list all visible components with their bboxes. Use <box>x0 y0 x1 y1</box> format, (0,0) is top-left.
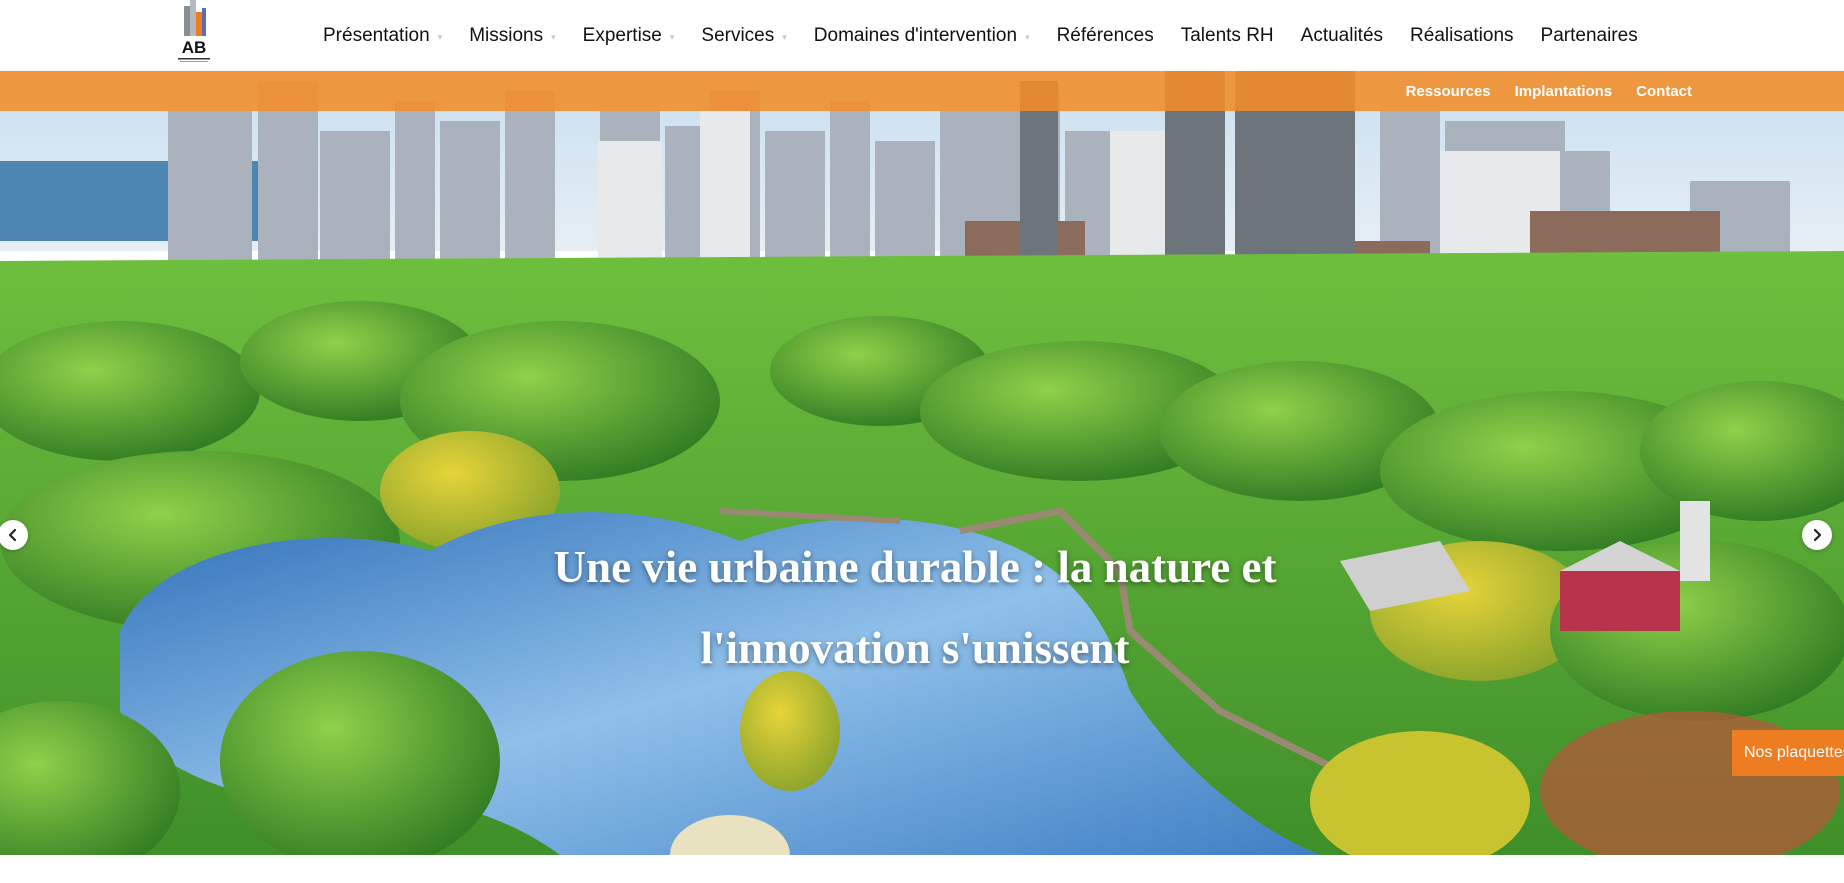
menu-item-label: Expertise <box>582 24 662 46</box>
hero-title-line-2: l'innovation s'unissent <box>700 623 1130 673</box>
menu-item-label: Réalisations <box>1410 24 1514 46</box>
link-contact[interactable]: Contact <box>1624 83 1704 100</box>
menu-item-domaines-d-intervention[interactable]: Domaines d'intervention ▾ <box>799 0 1042 71</box>
chevron-down-icon: ▾ <box>782 32 787 42</box>
chevron-down-icon: ▾ <box>437 32 443 42</box>
menu-item-label: Domaines d'intervention <box>813 24 1018 46</box>
brochures-tab[interactable]: Nos plaquettes <box>1732 730 1844 776</box>
slider-next-button[interactable] <box>1802 520 1832 550</box>
menu-item-services[interactable]: Services ▾ <box>686 0 798 71</box>
hero-title-line-1: Une vie urbaine durable : la nature et <box>553 542 1277 592</box>
menu-item-partenaires[interactable]: Partenaires <box>1526 0 1650 71</box>
chevron-down-icon: ▾ <box>1025 32 1030 42</box>
chevron-left-icon <box>8 528 17 542</box>
hero-title: Une vie urbaine durable : la nature et l… <box>540 527 1290 689</box>
page-bottom-strip <box>0 855 1844 883</box>
menu-item-expertise[interactable]: Expertise ▾ <box>568 0 687 71</box>
menu-item-realisations[interactable]: Réalisations <box>1395 0 1526 71</box>
menu-item-label: Présentation <box>323 24 430 46</box>
chevron-down-icon: ▾ <box>551 32 556 42</box>
menu-item-presentation[interactable]: Présentation ▾ <box>308 0 454 71</box>
menu-item-label: Actualités <box>1300 24 1384 46</box>
logo-text: AB <box>182 38 207 57</box>
top-navigation: AB Présentation ▾ Missions ▾ Expertise ▾ Servi… <box>0 0 1844 71</box>
menu-item-label: Talents RH <box>1180 24 1274 46</box>
logo-mark: AB <box>178 0 210 62</box>
menu-item-actualites[interactable]: Actualités <box>1286 0 1395 71</box>
menu-item-talents-rh[interactable]: Talents RH <box>1166 0 1286 71</box>
menu-item-label: Missions <box>469 24 544 46</box>
main-menu: Présentation ▾ Missions ▾ Expertise ▾ Services… <box>308 0 1650 71</box>
menu-item-label: Références <box>1056 24 1154 46</box>
chevron-down-icon: ▾ <box>669 32 675 42</box>
link-ressources[interactable]: Ressources <box>1394 83 1503 100</box>
menu-item-label: Services <box>701 24 775 46</box>
chevron-right-icon <box>1813 528 1822 542</box>
secondary-navigation-bar: Ressources Implantations Contact <box>0 71 1844 111</box>
company-logo[interactable]: AB <box>176 0 212 64</box>
hero-slider: Une vie urbaine durable : la nature et l… <box>0 71 1844 855</box>
hero-city-park-image <box>0 71 1844 855</box>
secondary-links: Ressources Implantations Contact <box>1394 71 1704 111</box>
menu-item-label: Partenaires <box>1540 24 1638 46</box>
link-implantations[interactable]: Implantations <box>1503 83 1625 100</box>
menu-item-missions[interactable]: Missions ▾ <box>454 0 567 71</box>
menu-item-references[interactable]: Références <box>1042 0 1166 71</box>
